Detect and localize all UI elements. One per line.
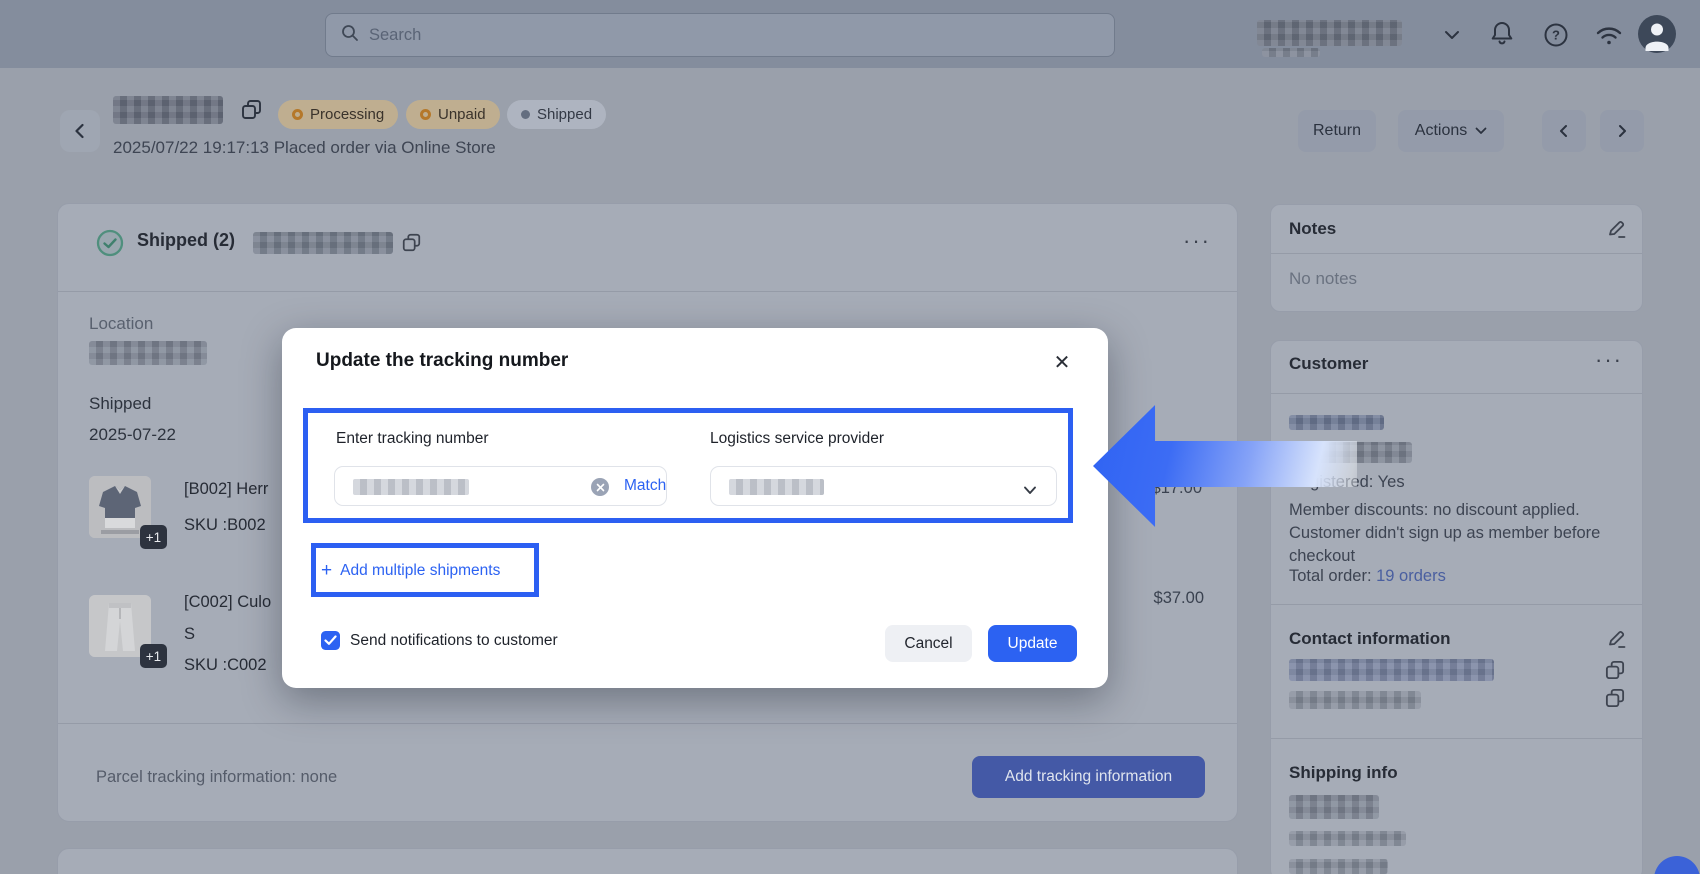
divider (1271, 253, 1642, 254)
notify-customer-label: Send notifications to customer (350, 632, 558, 650)
order-timestamp: 2025/07/22 19:17:13 Placed order via Onl… (113, 138, 496, 158)
help-icon[interactable]: ? (1543, 22, 1569, 53)
copy-order-number-icon[interactable] (240, 98, 263, 126)
notes-card: Notes No notes (1270, 204, 1643, 312)
product-name[interactable]: [B002] Herr (184, 480, 268, 499)
quantity-badge: +1 (140, 525, 167, 549)
add-tracking-label: Add tracking information (1005, 768, 1172, 786)
processing-status-icon (292, 109, 303, 120)
notes-title: Notes (1289, 219, 1336, 239)
next-section-card (57, 848, 1238, 874)
customer-name-redacted[interactable] (1289, 415, 1384, 430)
divider (1271, 738, 1642, 739)
chevron-right-icon (1615, 124, 1629, 138)
store-switcher-chevron-down-icon[interactable] (1443, 28, 1461, 47)
update-button[interactable]: Update (988, 625, 1077, 662)
chevron-down-icon (1475, 127, 1487, 135)
check-icon (324, 635, 337, 646)
total-order-label: Total order: (1289, 567, 1376, 585)
wifi-status-icon[interactable] (1594, 24, 1624, 51)
location-value-redacted (89, 341, 207, 365)
divider (58, 723, 1237, 724)
copy-email-icon[interactable] (1604, 659, 1626, 686)
back-button[interactable] (60, 110, 100, 152)
location-label: Location (89, 314, 153, 334)
shipped-label: Shipped (89, 394, 151, 414)
top-bar: ? (0, 0, 1700, 68)
product-sku: SKU :C002 (184, 656, 267, 675)
add-tracking-information-button[interactable]: Add tracking information (972, 756, 1205, 798)
shipped-status-icon (521, 110, 530, 119)
search-icon (341, 24, 359, 47)
store-name-redacted (1257, 20, 1402, 46)
member-discount-text: Member discounts: no discount applied. C… (1289, 499, 1623, 568)
tracking-number-redacted (253, 232, 393, 254)
product-price: $37.00 (1154, 589, 1204, 608)
cancel-button[interactable]: Cancel (885, 625, 972, 662)
update-label: Update (1008, 635, 1058, 653)
edit-notes-icon[interactable] (1606, 219, 1628, 246)
badge-label: Shipped (537, 106, 592, 123)
shipping-info-title: Shipping info (1289, 763, 1398, 783)
search-input[interactable] (369, 26, 1114, 45)
divider (1271, 604, 1642, 605)
product-sku: SKU :B002 (184, 516, 266, 535)
shipment-title: Shipped (2) (137, 230, 235, 251)
prev-order-button[interactable] (1542, 110, 1586, 152)
product-size: S (184, 625, 195, 644)
product-name[interactable]: [C002] Culo (184, 593, 271, 612)
divider (58, 291, 1237, 292)
actions-button-label: Actions (1415, 122, 1467, 140)
return-button-label: Return (1313, 122, 1361, 140)
cancel-label: Cancel (904, 635, 952, 653)
customer-email-redacted (1289, 659, 1494, 681)
shipping-line-redacted (1289, 859, 1388, 874)
modal-title: Update the tracking number (316, 350, 568, 372)
product-thumbnail: +1 (89, 476, 151, 538)
copy-tracking-icon[interactable] (401, 232, 422, 258)
shipped-date: 2025-07-22 (89, 425, 176, 445)
edit-contact-icon[interactable] (1606, 629, 1628, 656)
parcel-tracking-note: Parcel tracking information: none (96, 768, 337, 787)
copy-phone-icon[interactable] (1604, 687, 1626, 714)
badge-label: Unpaid (438, 106, 486, 123)
divider (1271, 393, 1642, 394)
contact-information-title: Contact information (1289, 629, 1451, 649)
customer-phone-redacted (1289, 691, 1421, 709)
status-badge-processing: Processing (278, 100, 398, 129)
customer-card: Customer ··· Registered: Yes Member disc… (1270, 340, 1643, 874)
status-badge-unpaid: Unpaid (406, 100, 500, 129)
shipped-check-icon (96, 229, 124, 262)
total-order-row: Total order: 19 orders (1289, 567, 1446, 586)
order-detail-page: ? Processing Unpaid Shipped 2025/07/22 1… (0, 0, 1700, 874)
shipping-name-redacted (1289, 795, 1379, 819)
notify-customer-checkbox[interactable] (321, 631, 340, 650)
annotation-box-tracking-fields (303, 408, 1073, 523)
unpaid-status-icon (420, 109, 431, 120)
status-badge-shipped: Shipped (507, 100, 606, 129)
user-avatar[interactable] (1638, 15, 1676, 53)
next-order-button[interactable] (1600, 110, 1644, 152)
floating-action-button[interactable] (1654, 856, 1700, 874)
quantity-badge: +1 (140, 644, 167, 668)
actions-button[interactable]: Actions (1398, 110, 1504, 152)
total-orders-link[interactable]: 19 orders (1376, 567, 1446, 585)
notes-empty-text: No notes (1289, 269, 1357, 289)
annotation-box-add-multiple (311, 543, 539, 597)
shipping-line-redacted (1289, 831, 1406, 846)
product-thumbnail: +1 (89, 595, 151, 657)
notifications-bell-icon[interactable] (1489, 20, 1515, 53)
svg-text:?: ? (1552, 28, 1560, 43)
badge-label: Processing (310, 106, 384, 123)
close-icon[interactable]: ✕ (1048, 348, 1076, 376)
customer-more-icon[interactable]: ··· (1595, 347, 1623, 373)
search-box[interactable] (325, 13, 1115, 57)
return-button[interactable]: Return (1298, 110, 1376, 152)
chevron-left-icon (1557, 124, 1571, 138)
store-subtitle-redacted (1262, 48, 1320, 57)
shipment-more-icon[interactable]: ··· (1183, 228, 1211, 254)
order-number-redacted (113, 96, 223, 124)
customer-title: Customer (1289, 354, 1368, 374)
